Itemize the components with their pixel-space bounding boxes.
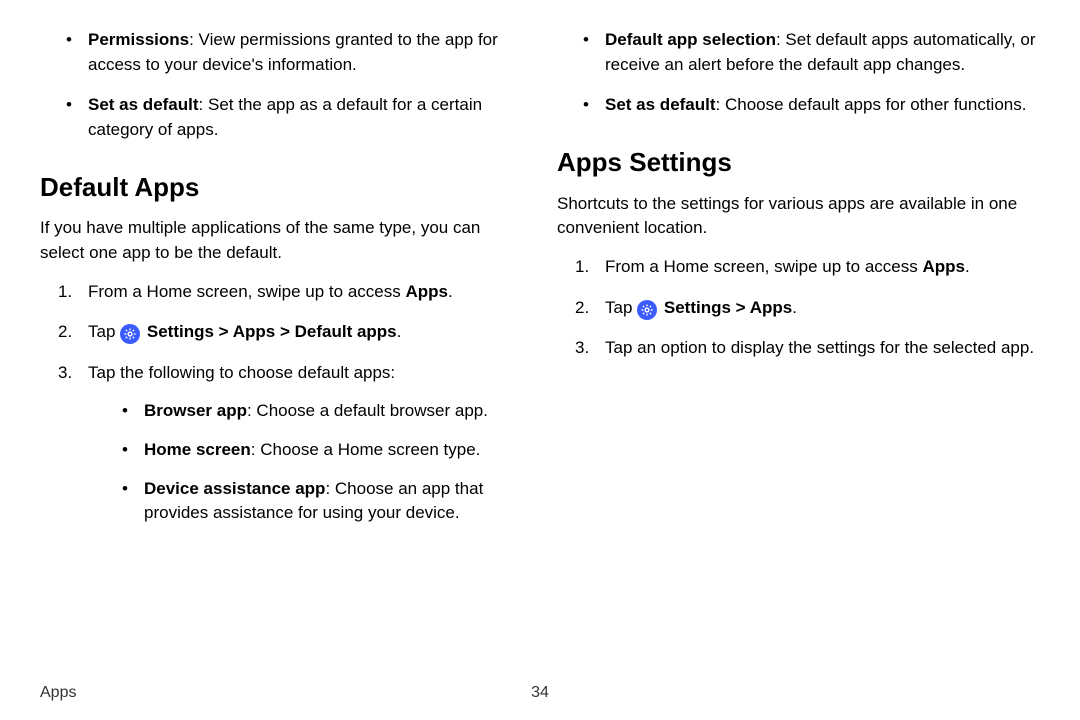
bullet-item: Browser app: Choose a default browser ap…: [122, 399, 523, 424]
period: .: [397, 322, 402, 341]
step-item: Tap Settings > Apps > Default apps.: [40, 320, 523, 345]
nav-seg: Settings: [147, 322, 214, 341]
bullet-desc: : Choose default apps for other function…: [716, 95, 1027, 114]
bullet-term: Browser app: [144, 401, 247, 420]
nav-seg: Apps: [750, 298, 793, 317]
left-column: Permissions: View permissions granted to…: [40, 28, 523, 542]
bullet-term: Set as default: [88, 95, 199, 114]
ordered-steps: From a Home screen, swipe up to access A…: [40, 280, 523, 526]
footer-page-number: 34: [531, 684, 549, 702]
step-item: From a Home screen, swipe up to access A…: [40, 280, 523, 305]
step-text: Tap the following to choose default apps…: [88, 363, 395, 382]
nav-seg: Apps: [233, 322, 276, 341]
step-text: Tap an option to display the settings fo…: [605, 338, 1034, 357]
section-heading-default-apps: Default Apps: [40, 169, 523, 207]
section-heading-apps-settings: Apps Settings: [557, 144, 1040, 182]
manual-page: Permissions: View permissions granted to…: [0, 0, 1080, 720]
bullet-item: Set as default: Set the app as a default…: [66, 93, 523, 142]
nav-seg: Settings: [664, 298, 731, 317]
step-item: Tap Settings > Apps.: [557, 296, 1040, 321]
settings-icon: [637, 300, 657, 320]
page-footer: Apps 34: [40, 684, 1040, 702]
bullet-item: Home screen: Choose a Home screen type.: [122, 438, 523, 463]
settings-icon: [120, 324, 140, 344]
step-text: Tap: [605, 298, 637, 317]
bullet-item: Permissions: View permissions granted to…: [66, 28, 523, 77]
chevron-icon: >: [219, 322, 229, 341]
sub-bullets: Browser app: Choose a default browser ap…: [88, 399, 523, 526]
footer-breadcrumb: Apps: [40, 684, 76, 702]
step-item: From a Home screen, swipe up to access A…: [557, 255, 1040, 280]
step-item: Tap the following to choose default apps…: [40, 361, 523, 526]
period: .: [792, 298, 797, 317]
bullet-term: Device assistance app: [144, 479, 325, 498]
step-text: From a Home screen, swipe up to access: [88, 282, 405, 301]
bullet-item: Default app selection: Set default apps …: [583, 28, 1040, 77]
section-intro: Shortcuts to the settings for various ap…: [557, 192, 1040, 241]
bullet-item: Device assistance app: Choose an app tha…: [122, 477, 523, 526]
chevron-icon: >: [736, 298, 746, 317]
bullet-term: Set as default: [605, 95, 716, 114]
right-column: Default app selection: Set default apps …: [557, 28, 1040, 542]
step-text: .: [448, 282, 453, 301]
step-bold: Apps: [405, 282, 448, 301]
bullet-term: Permissions: [88, 30, 189, 49]
step-text: .: [965, 257, 970, 276]
pre-section-bullets: Default app selection: Set default apps …: [557, 28, 1040, 118]
chevron-icon: >: [280, 322, 290, 341]
bullet-term: Home screen: [144, 440, 251, 459]
bullet-desc: : Choose a default browser app.: [247, 401, 488, 420]
nav-seg: Default apps: [295, 322, 397, 341]
step-text: From a Home screen, swipe up to access: [605, 257, 922, 276]
bullet-term: Default app selection: [605, 30, 776, 49]
step-item: Tap an option to display the settings fo…: [557, 336, 1040, 361]
step-bold: Apps: [922, 257, 965, 276]
ordered-steps: From a Home screen, swipe up to access A…: [557, 255, 1040, 361]
step-text: Tap: [88, 322, 120, 341]
bullet-item: Set as default: Choose default apps for …: [583, 93, 1040, 118]
two-column-layout: Permissions: View permissions granted to…: [40, 28, 1040, 542]
nav-path: Settings > Apps > Default apps: [147, 322, 397, 341]
nav-path: Settings > Apps: [664, 298, 792, 317]
pre-section-bullets: Permissions: View permissions granted to…: [40, 28, 523, 143]
section-intro: If you have multiple applications of the…: [40, 216, 523, 265]
bullet-desc: : Choose a Home screen type.: [251, 440, 481, 459]
